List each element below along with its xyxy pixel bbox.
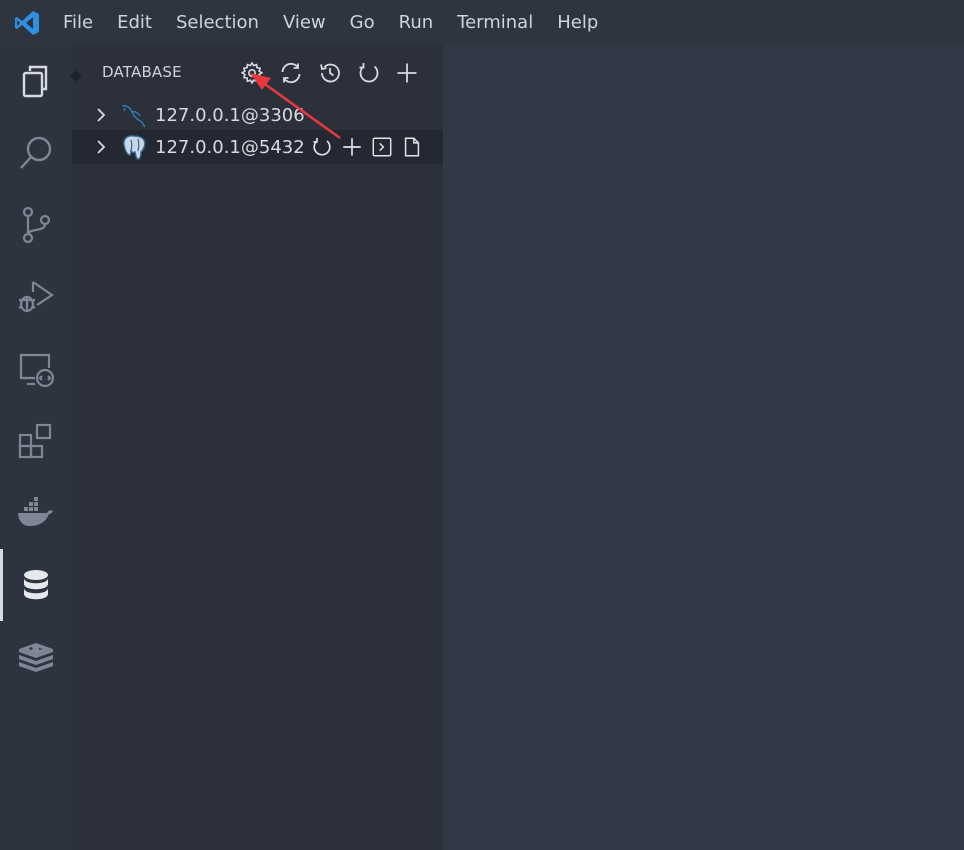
- history-icon: [320, 63, 340, 83]
- activity-bar: [0, 45, 72, 850]
- redis-button[interactable]: [0, 621, 72, 693]
- menu-edit[interactable]: Edit: [117, 12, 152, 33]
- settings-button[interactable]: [237, 58, 267, 88]
- refresh-icon: [359, 63, 379, 83]
- search-icon: [20, 136, 52, 169]
- open-terminal-button[interactable]: [367, 132, 397, 162]
- history-button[interactable]: [315, 58, 345, 88]
- docker-icon: [18, 497, 53, 526]
- menu-bar: File Edit Selection View Go Run Terminal…: [0, 0, 964, 45]
- extensions-icon: [18, 423, 52, 459]
- sync-icon: [281, 62, 301, 84]
- source-control-button[interactable]: [0, 189, 72, 261]
- menu-terminal[interactable]: Terminal: [457, 12, 533, 33]
- redis-icon: [19, 643, 53, 672]
- menu-file[interactable]: File: [63, 12, 93, 33]
- mysql-icon: [121, 105, 146, 128]
- new-query-button[interactable]: [397, 132, 427, 162]
- refresh-connection-button[interactable]: [307, 132, 337, 162]
- connection-row-postgresql[interactable]: 127.0.0.1@5432: [72, 130, 443, 164]
- menu-run[interactable]: Run: [399, 12, 434, 33]
- refresh-button[interactable]: [354, 58, 384, 88]
- docker-button[interactable]: [0, 477, 72, 549]
- add-connection-button[interactable]: [392, 58, 422, 88]
- chevron-right-icon[interactable]: [92, 106, 110, 124]
- files-icon: [22, 65, 48, 98]
- remote-explorer-icon: [19, 353, 55, 388]
- gear-icon: [240, 61, 264, 85]
- database-sidebar: DATABASE 127.0.0.1@3306 127.0.0.1@5432: [70, 45, 443, 850]
- explorer-button[interactable]: [0, 45, 72, 117]
- chevron-right-icon[interactable]: [92, 138, 110, 156]
- connection-label: 127.0.0.1@3306: [155, 104, 305, 126]
- search-button[interactable]: [0, 117, 72, 189]
- extensions-button[interactable]: [0, 405, 72, 477]
- menu-help[interactable]: Help: [557, 12, 598, 33]
- connection-label: 127.0.0.1@5432: [155, 136, 305, 158]
- terminal-icon: [372, 137, 392, 157]
- run-debug-icon: [18, 281, 54, 313]
- source-control-icon: [22, 206, 51, 244]
- menu-selection[interactable]: Selection: [176, 12, 259, 33]
- connection-actions: [307, 132, 427, 162]
- menu-view[interactable]: View: [283, 12, 326, 33]
- database-button[interactable]: [0, 549, 72, 621]
- new-database-button[interactable]: [337, 132, 367, 162]
- add-icon: [343, 138, 361, 156]
- postgresql-icon: [123, 135, 146, 160]
- new-file-icon: [404, 137, 420, 157]
- menu-go[interactable]: Go: [350, 12, 375, 33]
- sidebar-header: DATABASE: [70, 45, 443, 99]
- remote-explorer-button[interactable]: [0, 333, 72, 405]
- sidebar-title: DATABASE: [102, 63, 182, 81]
- sidebar-drag-handle[interactable]: [70, 70, 82, 82]
- connection-row-mysql[interactable]: 127.0.0.1@3306: [72, 98, 443, 132]
- sync-button[interactable]: [276, 58, 306, 88]
- refresh-icon: [313, 137, 331, 156]
- run-debug-button[interactable]: [0, 261, 72, 333]
- vscode-logo-icon: [13, 9, 41, 37]
- database-icon: [24, 570, 48, 600]
- add-icon: [397, 63, 417, 83]
